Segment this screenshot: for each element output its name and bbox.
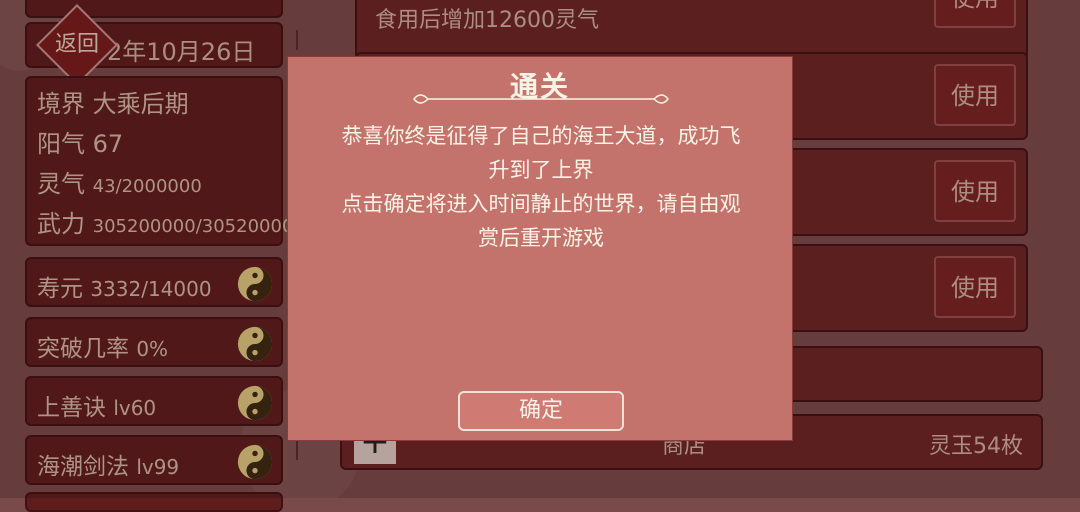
dialog-line: 升到了上界 xyxy=(488,158,594,182)
completion-dialog: 通关 恭喜你终是征得了自己的海王大道，成功飞 升到了上界 点击确定将进入时间静止… xyxy=(287,56,793,441)
dialog-line: 赏后重开游戏 xyxy=(478,226,604,250)
dialog-line: 恭喜你终是征得了自己的海王大道，成功飞 xyxy=(341,124,741,148)
title-ornament-icon xyxy=(413,94,669,104)
dialog-line: 点击确定将进入时间静止的世界，请自由观 xyxy=(341,192,741,216)
confirm-button[interactable]: 确定 xyxy=(458,391,624,431)
dialog-message: 恭喜你终是征得了自己的海王大道，成功飞 升到了上界 点击确定将进入时间静止的世界… xyxy=(326,119,756,255)
